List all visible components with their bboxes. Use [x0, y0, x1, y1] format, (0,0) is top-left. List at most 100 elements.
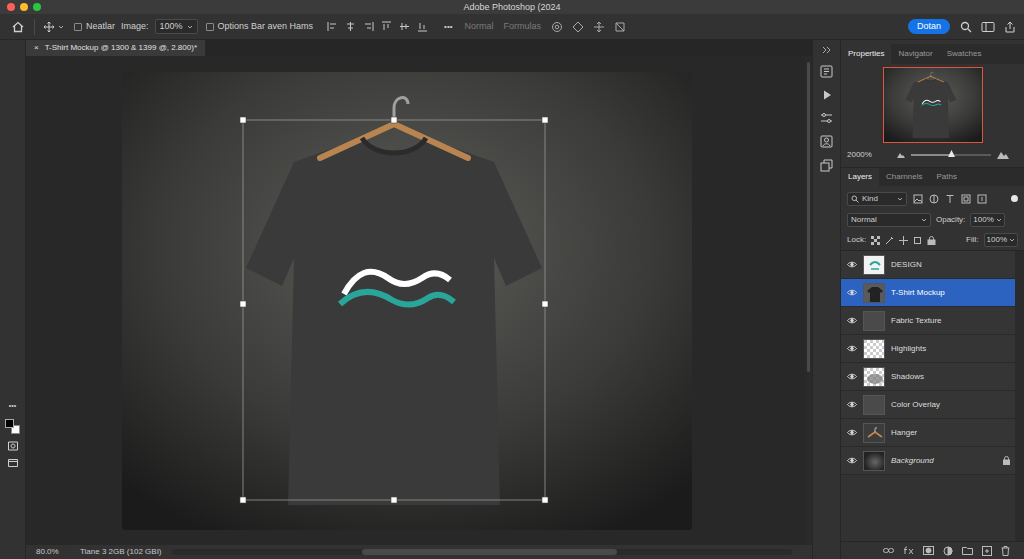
layer-name[interactable]: Background [891, 455, 1001, 467]
layer-name[interactable]: Color Overlay [891, 399, 1001, 411]
new-layer-icon[interactable] [982, 546, 992, 556]
align-top-icon[interactable] [381, 21, 392, 32]
blend-mode-option[interactable]: Normal [465, 20, 494, 34]
panel-tab[interactable]: Navigator [891, 44, 939, 64]
visibility-toggle[interactable] [841, 429, 863, 436]
move-icon[interactable] [7, 60, 19, 72]
align-center-icon[interactable] [345, 21, 356, 32]
layer-name[interactable]: Hanger [891, 427, 1001, 439]
marquee-icon[interactable] [7, 77, 19, 89]
auto-select-checkbox[interactable]: Neatlar [74, 20, 115, 34]
layer-thumbnail[interactable] [863, 255, 885, 275]
shape-filter-icon[interactable] [961, 194, 971, 204]
person-icon[interactable] [820, 135, 833, 148]
visibility-toggle[interactable] [841, 401, 863, 408]
mask-icon[interactable] [923, 546, 934, 555]
zoom-out-mountain-icon[interactable] [897, 152, 905, 158]
eye-icon[interactable] [847, 261, 857, 268]
eye-icon[interactable] [847, 289, 857, 296]
panel-tab[interactable]: Properties [841, 44, 891, 64]
visibility-toggle[interactable] [841, 289, 863, 296]
type-filter-icon[interactable] [945, 194, 955, 204]
navigator-thumbnail[interactable] [883, 67, 983, 143]
visibility-toggle[interactable] [841, 261, 863, 268]
zoom-window-button[interactable] [33, 3, 41, 11]
checkbox-box[interactable] [74, 23, 82, 31]
panel-tab[interactable]: Swatches [940, 44, 989, 64]
brush-icon[interactable] [7, 196, 19, 208]
collapse-icon[interactable] [822, 46, 832, 54]
more-options-button[interactable]: ••• [444, 21, 452, 33]
adjustment-layer-icon[interactable] [943, 546, 953, 556]
status-zoom[interactable]: 80.0% [26, 546, 74, 558]
eye-icon[interactable] [847, 373, 857, 380]
visibility-toggle[interactable] [841, 373, 863, 380]
layer-thumbnail[interactable] [863, 395, 885, 415]
layers-scrollbar[interactable] [1015, 251, 1024, 541]
layer-row[interactable]: Fabric Texture [841, 307, 1015, 335]
checkbox-box[interactable] [206, 23, 214, 31]
layer-thumbnail[interactable] [863, 451, 885, 471]
link-icon[interactable] [883, 546, 894, 555]
layer-row[interactable]: Highlights [841, 335, 1015, 363]
layer-row[interactable]: DESIGN [841, 251, 1015, 279]
canvas-area[interactable] [26, 56, 805, 545]
fill-field[interactable]: 100% [984, 233, 1018, 247]
lock-all-icon[interactable] [927, 236, 936, 245]
lock-pixels-icon[interactable] [885, 236, 894, 245]
search-icon[interactable] [960, 21, 972, 33]
move-3d-icon[interactable] [593, 21, 605, 33]
eye-icon[interactable] [847, 429, 857, 436]
opacity-field[interactable]: 100% [970, 213, 1004, 227]
align-left-icon[interactable] [327, 21, 338, 32]
layer-thumbnail[interactable] [863, 283, 885, 303]
blend-mode-dropdown[interactable]: Normal [847, 213, 931, 227]
layer-thumbnail[interactable] [863, 339, 885, 359]
folder-icon[interactable] [962, 546, 973, 555]
quick-select-icon[interactable] [7, 111, 19, 123]
document-tab[interactable]: × T-Shirt Mockup @ 1300 & 1399 @, 2.800)… [26, 40, 205, 56]
screen-mode-icon[interactable] [7, 457, 19, 469]
more-tools-button[interactable]: ••• [9, 400, 16, 412]
lock-transparent-icon[interactable] [871, 236, 880, 245]
blur-icon[interactable] [7, 281, 19, 293]
navigator-zoom-value[interactable]: 2000% [847, 149, 891, 161]
path-select-icon[interactable] [7, 349, 19, 361]
history-icon[interactable] [820, 65, 833, 78]
zoom-dropdown[interactable]: 100% [155, 19, 198, 35]
target-icon[interactable] [551, 21, 563, 33]
options-checkbox[interactable]: Options Bar aven Hams [206, 20, 314, 34]
layers-tab[interactable]: Paths [929, 168, 963, 186]
align-bottom-icon[interactable] [417, 21, 428, 32]
zoom-icon[interactable] [7, 383, 19, 395]
align-right-icon[interactable] [363, 21, 374, 32]
vertical-scrollbar[interactable] [805, 56, 812, 545]
layer-name[interactable]: Fabric Texture [891, 315, 1001, 327]
move-tool-preset[interactable] [43, 21, 64, 33]
layer-row[interactable]: T-Shirt Mockup [841, 279, 1015, 307]
trash-icon[interactable] [1001, 546, 1010, 556]
horizontal-scrollbar[interactable] [172, 549, 792, 555]
hand-icon[interactable] [7, 366, 19, 378]
type-tool-icon[interactable] [7, 332, 19, 344]
layers-stack-icon[interactable] [820, 159, 833, 172]
eye-icon[interactable] [847, 317, 857, 324]
lock-artboard-icon[interactable] [913, 236, 922, 245]
crop-icon[interactable] [7, 128, 19, 140]
layer-row[interactable]: Color Overlay [841, 391, 1015, 419]
user-button[interactable]: Dotan [908, 19, 950, 34]
layer-row[interactable]: Shadows [841, 363, 1015, 391]
layer-thumbnail[interactable] [863, 311, 885, 331]
smart-filter-icon[interactable] [977, 194, 987, 204]
gradient-icon[interactable] [7, 264, 19, 276]
transform-icon[interactable] [572, 21, 584, 33]
align-middle-icon[interactable] [399, 21, 410, 32]
color-swatches[interactable] [5, 419, 21, 435]
adjustments-icon[interactable] [820, 112, 833, 124]
layer-row[interactable]: Background [841, 447, 1015, 475]
close-window-button[interactable] [7, 3, 15, 11]
eye-icon[interactable] [847, 401, 857, 408]
share-icon[interactable] [1004, 21, 1016, 33]
foreground-color-swatch[interactable] [5, 419, 14, 428]
formulas-option[interactable]: Formulas [504, 20, 542, 34]
